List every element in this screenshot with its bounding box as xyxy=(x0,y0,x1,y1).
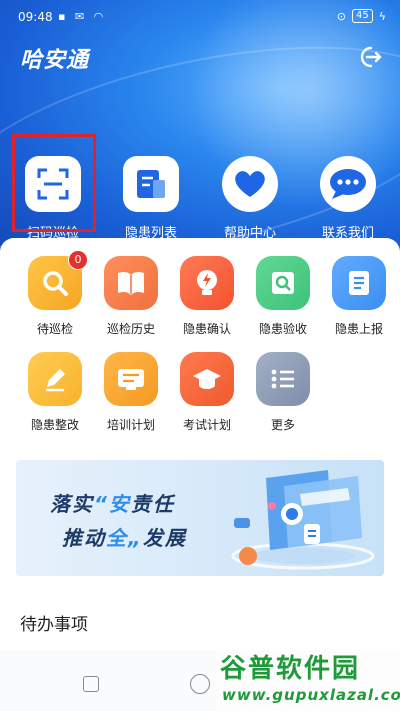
status-time: 09:48 xyxy=(18,10,53,24)
charging-icon: ϟ xyxy=(378,9,386,23)
grid-inspection-history[interactable]: 巡检历史 xyxy=(91,256,171,337)
quick-hazard-list[interactable]: 隐患列表 xyxy=(103,140,199,241)
chat-bubble-icon xyxy=(320,156,376,212)
banner-highlight: “安 xyxy=(94,492,131,516)
banner-illustration xyxy=(231,470,375,570)
grid-hazard-report[interactable]: 隐患上报 xyxy=(319,256,399,337)
status-right: ⊙ 45 ϟ xyxy=(337,9,386,23)
watermark-logo: 谷普软件园 www.gupuxlazal.com xyxy=(216,648,400,711)
banner-text: 发展 xyxy=(142,526,187,550)
banner-slogan-line1: 落实“安责任 xyxy=(50,488,175,517)
banner-text: 责任 xyxy=(130,492,175,516)
grid-pending-inspection[interactable]: 0 待巡检 xyxy=(15,250,95,337)
quick-help-center[interactable]: 帮助中心 xyxy=(202,140,298,241)
signal-icons: ▪ ✉ ◠ xyxy=(58,10,107,23)
list-icon xyxy=(256,352,310,406)
logout-icon[interactable] xyxy=(356,44,382,70)
grid-hazard-rectify[interactable]: 隐患整改 xyxy=(15,352,95,433)
todo-section-title: 待办事项 xyxy=(20,615,88,635)
grid-label: 巡检历史 xyxy=(106,322,155,336)
pending-count-badge: 0 xyxy=(68,250,88,270)
alarm-icon: ⊙ xyxy=(336,9,346,23)
report-icon xyxy=(332,256,386,310)
watermark-url: www.gupuxlazal.com xyxy=(222,686,400,704)
heart-icon xyxy=(222,156,278,212)
main-card: 0 待巡检 巡检历史 隐患确认 隐患验收 隐患上报 隐患整改 培训计划 考试计划… xyxy=(0,238,400,711)
grid-more[interactable]: 更多 xyxy=(243,352,323,433)
grid-label: 隐患上报 xyxy=(334,322,383,336)
grid-label: 培训计划 xyxy=(106,418,155,432)
home-button[interactable] xyxy=(190,674,210,694)
quick-label: 帮助中心 xyxy=(223,226,276,241)
grid-label: 考试计划 xyxy=(182,418,231,432)
quick-label: 隐患列表 xyxy=(124,226,177,241)
grid-hazard-acceptance[interactable]: 隐患验收 xyxy=(243,256,323,337)
grid-label: 隐患验收 xyxy=(258,322,307,336)
lightning-bulb-icon xyxy=(180,256,234,310)
search-document-icon xyxy=(256,256,310,310)
status-bar: 09:48 ▪ ✉ ◠ ⊙ 45 ϟ xyxy=(0,0,400,34)
graduation-cap-icon xyxy=(180,352,234,406)
grid-exam-plan[interactable]: 考试计划 xyxy=(167,352,247,433)
grid-label: 待巡检 xyxy=(36,322,73,336)
banner-slogan-line2: 推动全„发展 xyxy=(62,522,187,551)
banner-text: 推动 xyxy=(62,526,106,550)
highlight-box xyxy=(12,134,96,232)
grid-label: 隐患确认 xyxy=(182,322,231,336)
grid-label: 更多 xyxy=(270,418,295,432)
banner-highlight: 全„ xyxy=(106,526,143,550)
document-list-icon xyxy=(123,156,179,212)
quick-label: 联系我们 xyxy=(321,226,374,241)
grid-label: 隐患整改 xyxy=(30,418,79,432)
pencil-icon xyxy=(28,352,82,406)
recent-apps-button[interactable] xyxy=(83,676,99,692)
magnifier-icon: 0 xyxy=(28,250,88,310)
app-title: 哈安通 xyxy=(20,48,90,73)
training-icon xyxy=(104,352,158,406)
quick-contact-us[interactable]: 联系我们 xyxy=(300,140,396,241)
battery-indicator: 45 xyxy=(352,9,373,23)
book-icon xyxy=(104,256,158,310)
grid-training-plan[interactable]: 培训计划 xyxy=(91,352,171,433)
grid-hazard-confirm[interactable]: 隐患确认 xyxy=(167,256,247,337)
banner-text: 落实 xyxy=(50,492,94,516)
watermark-title: 谷普软件园 xyxy=(220,654,361,684)
promo-banner[interactable]: 落实“安责任 推动全„发展 xyxy=(16,460,384,576)
